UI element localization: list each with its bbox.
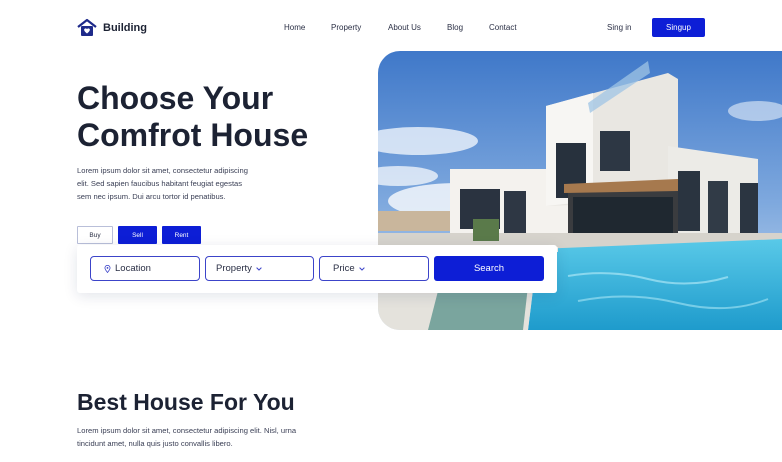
- map-pin-icon: [104, 264, 111, 273]
- hero-desc-line2: elit. Sed sapien faucibus habitant feugi…: [77, 179, 243, 188]
- section-desc-line2: tincidunt amet, nulla quis justo convall…: [77, 439, 233, 448]
- brand-logo[interactable]: Building: [77, 18, 147, 38]
- signin-link[interactable]: Sing in: [607, 23, 631, 32]
- brand-name: Building: [103, 22, 147, 34]
- section-description: Lorem ipsum dolor sit amet, consectetur …: [77, 424, 377, 450]
- hero-title-line1: Choose Your: [77, 80, 274, 116]
- location-input[interactable]: Location: [90, 256, 200, 281]
- nav-about-us[interactable]: About Us: [388, 23, 421, 32]
- price-select[interactable]: Price: [319, 256, 429, 281]
- tab-rent[interactable]: Rent: [162, 226, 201, 244]
- location-placeholder: Location: [115, 263, 151, 274]
- property-select-label: Property: [216, 263, 252, 274]
- hero-title: Choose Your Comfrot House: [77, 80, 377, 154]
- signup-button[interactable]: Singup: [652, 18, 705, 37]
- chevron-down-icon: [358, 266, 365, 271]
- tab-buy[interactable]: Buy: [77, 226, 113, 244]
- property-select[interactable]: Property: [205, 256, 314, 281]
- nav-property[interactable]: Property: [331, 23, 361, 32]
- nav-blog[interactable]: Blog: [447, 23, 463, 32]
- nav-home[interactable]: Home: [284, 23, 305, 32]
- section-desc-line1: Lorem ipsum dolor sit amet, consectetur …: [77, 426, 297, 435]
- search-button[interactable]: Search: [434, 256, 544, 281]
- section-title: Best House For You: [77, 389, 295, 415]
- nav-contact[interactable]: Contact: [489, 23, 517, 32]
- hero-desc-line1: Lorem ipsum dolor sit amet, consectetur …: [77, 166, 248, 175]
- hero-title-line2: Comfrot House: [77, 117, 309, 153]
- hero-desc-line3: sem nec ipsum. Dui arcu tortor id penati…: [77, 192, 226, 201]
- tab-sell[interactable]: Sell: [118, 226, 157, 244]
- listing-type-tabs: Buy Sell Rent: [77, 226, 201, 244]
- house-heart-icon: [77, 18, 97, 36]
- price-select-label: Price: [333, 263, 355, 274]
- search-card: Location Property Price Search: [77, 245, 557, 293]
- chevron-down-icon: [256, 266, 262, 271]
- hero-description: Lorem ipsum dolor sit amet, consectetur …: [77, 164, 317, 203]
